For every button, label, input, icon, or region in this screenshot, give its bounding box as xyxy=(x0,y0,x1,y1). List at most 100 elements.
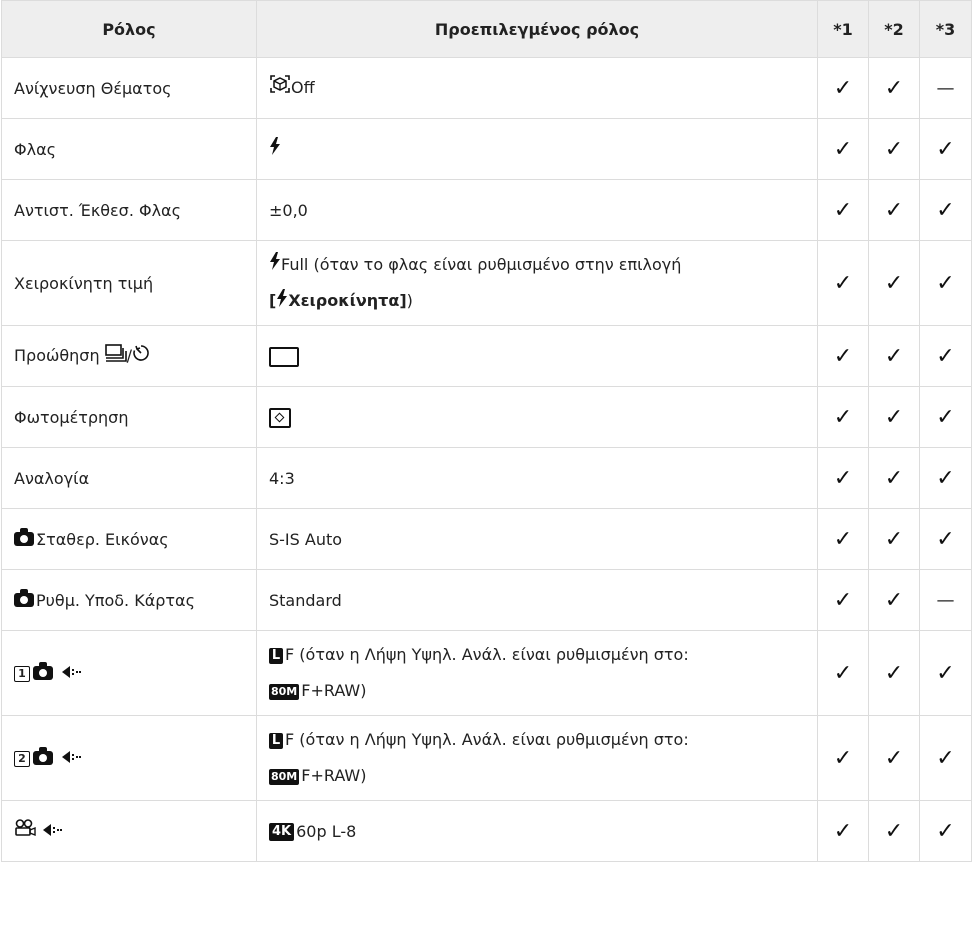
check-cell: ✓ xyxy=(868,630,920,716)
table-row: Φλας ✓ ✓ ✓ xyxy=(1,118,972,180)
subject-detection-icon xyxy=(269,74,291,102)
image-quality-icon xyxy=(41,818,63,845)
default-cell: 4K 60p L-8 xyxy=(256,800,818,862)
role-label: Σταθερ. Εικόνας xyxy=(36,529,169,549)
default-value-end: F+RAW) xyxy=(301,681,367,700)
check-cell: ✓ xyxy=(817,715,869,801)
role-cell: Ανίχνευση Θέματος xyxy=(1,57,257,119)
role-label: Αντιστ. Έκθεσ. Φλας xyxy=(14,200,181,220)
check-cell: ✓ xyxy=(919,386,972,448)
role-cell: 2 xyxy=(1,715,257,801)
check-cell: ✓ xyxy=(817,57,869,119)
sequential-shooting-icon xyxy=(104,343,127,370)
check-cell: ✓ xyxy=(919,715,972,801)
table-row: Ανίχνευση Θέματος Off ✓ ✓ — xyxy=(1,57,972,119)
check-cell: ✓ xyxy=(868,118,920,180)
role-cell: Φλας xyxy=(1,118,257,180)
default-cell xyxy=(256,118,818,180)
size-large-badge: L xyxy=(269,647,283,664)
role-label: Χειροκίνητη τιμή xyxy=(14,273,154,293)
settings-table: Ρόλος Προεπιλεγμένος ρόλος *1 *2 *3 Ανίχ… xyxy=(1,0,972,862)
check-cell: ✓ xyxy=(868,386,920,448)
role-cell: Αναλογία xyxy=(1,447,257,509)
default-value: Full (όταν το φλας είναι ρυθμισμένο στην… xyxy=(281,254,682,274)
check-cell: ✓ xyxy=(817,179,869,241)
default-value: 60p L-8 xyxy=(296,821,357,841)
flash-icon xyxy=(269,136,281,163)
role-cell: Ρυθμ. Υποδ. Κάρτας xyxy=(1,569,257,631)
role-label: Προώθηση xyxy=(14,346,105,365)
header-col-3: *3 xyxy=(919,0,972,58)
default-cell: Off xyxy=(256,57,818,119)
single-frame-icon xyxy=(269,347,299,367)
check-cell: ✓ xyxy=(919,447,972,509)
camera-icon xyxy=(33,746,53,765)
resolution-80m-badge: 80M xyxy=(269,768,300,785)
check-cell: ✓ xyxy=(919,118,972,180)
image-quality-icon xyxy=(60,660,82,687)
role-label: Ανίχνευση Θέματος xyxy=(14,78,172,98)
header-col-2: *2 xyxy=(868,0,920,58)
role-cell: Σταθερ. Εικόνας xyxy=(1,508,257,570)
check-cell: ✓ xyxy=(817,447,869,509)
default-cell xyxy=(256,386,818,448)
check-cell: ✓ xyxy=(817,630,869,716)
check-cell: ✓ xyxy=(919,508,972,570)
default-cell: Full (όταν το φλας είναι ρυθμισμένο στην… xyxy=(256,240,818,326)
default-cell: LF (όταν η Λήψη Υψηλ. Ανάλ. είναι ρυθμισ… xyxy=(256,630,818,716)
role-cell xyxy=(1,800,257,862)
check-cell: ✓ xyxy=(817,118,869,180)
default-value: Standard xyxy=(269,590,342,610)
size-large-badge: L xyxy=(269,732,283,749)
role-cell: Προώθηση / xyxy=(1,325,257,387)
check-cell: ✓ xyxy=(817,325,869,387)
table-row: 4K 60p L-8 ✓ ✓ ✓ xyxy=(1,800,972,862)
camera-icon xyxy=(14,528,34,546)
default-cell: LF (όταν η Λήψη Υψηλ. Ανάλ. είναι ρυθμισ… xyxy=(256,715,818,801)
header-role: Ρόλος xyxy=(1,0,257,58)
check-cell: ✓ xyxy=(868,715,920,801)
table-row: Σταθερ. Εικόνας S-IS Auto ✓ ✓ ✓ xyxy=(1,508,972,570)
default-value: S-IS Auto xyxy=(269,529,343,549)
default-cell: Standard xyxy=(256,569,818,631)
default-value: ±0,0 xyxy=(269,200,308,220)
role-label: Φλας xyxy=(14,139,56,159)
table-row: Προώθηση / ✓ ✓ ✓ xyxy=(1,325,972,387)
header-col-1: *1 xyxy=(817,0,869,58)
check-cell: ✓ xyxy=(817,569,869,631)
role-cell: Αντιστ. Έκθεσ. Φλας xyxy=(1,179,257,241)
table-row: 1 LF (όταν η Λήψη Υψηλ. Ανάλ. είναι ρυθμ… xyxy=(1,630,972,716)
check-cell: ✓ xyxy=(817,800,869,862)
camera-icon xyxy=(33,661,53,680)
default-value-end: ) xyxy=(406,291,413,310)
bold-open: [ xyxy=(269,291,277,310)
check-cell: ✓ xyxy=(817,240,869,326)
metering-icon xyxy=(269,408,291,428)
role-cell: Χειροκίνητη τιμή xyxy=(1,240,257,326)
default-value-end: F+RAW) xyxy=(301,766,367,785)
flash-icon xyxy=(276,284,288,320)
dash-cell: — xyxy=(919,57,972,119)
default-value: 4:3 xyxy=(269,468,295,488)
flash-icon xyxy=(269,247,281,283)
table-row: Ρυθμ. Υποδ. Κάρτας Standard ✓ ✓ — xyxy=(1,569,972,631)
default-value: F (όταν η Λήψη Υψηλ. Ανάλ. είναι ρυθμισμ… xyxy=(285,730,689,749)
default-cell: S-IS Auto xyxy=(256,508,818,570)
check-cell: ✓ xyxy=(919,630,972,716)
camera-icon xyxy=(14,589,34,607)
4k-badge: 4K xyxy=(269,823,295,841)
image-quality-icon xyxy=(60,745,82,772)
header-row: Ρόλος Προεπιλεγμένος ρόλος *1 *2 *3 xyxy=(1,0,972,58)
table-row: Φωτομέτρηση ✓ ✓ ✓ xyxy=(1,386,972,448)
role-label: Φωτομέτρηση xyxy=(14,407,129,427)
role-cell: 1 xyxy=(1,630,257,716)
check-cell: ✓ xyxy=(868,57,920,119)
check-cell: ✓ xyxy=(919,179,972,241)
header-default: Προεπιλεγμένος ρόλος xyxy=(256,0,818,58)
role-cell: Φωτομέτρηση xyxy=(1,386,257,448)
default-cell xyxy=(256,325,818,387)
check-cell: ✓ xyxy=(868,569,920,631)
table-row: Αντιστ. Έκθεσ. Φλας ±0,0 ✓ ✓ ✓ xyxy=(1,179,972,241)
check-cell: ✓ xyxy=(868,240,920,326)
check-cell: ✓ xyxy=(868,325,920,387)
